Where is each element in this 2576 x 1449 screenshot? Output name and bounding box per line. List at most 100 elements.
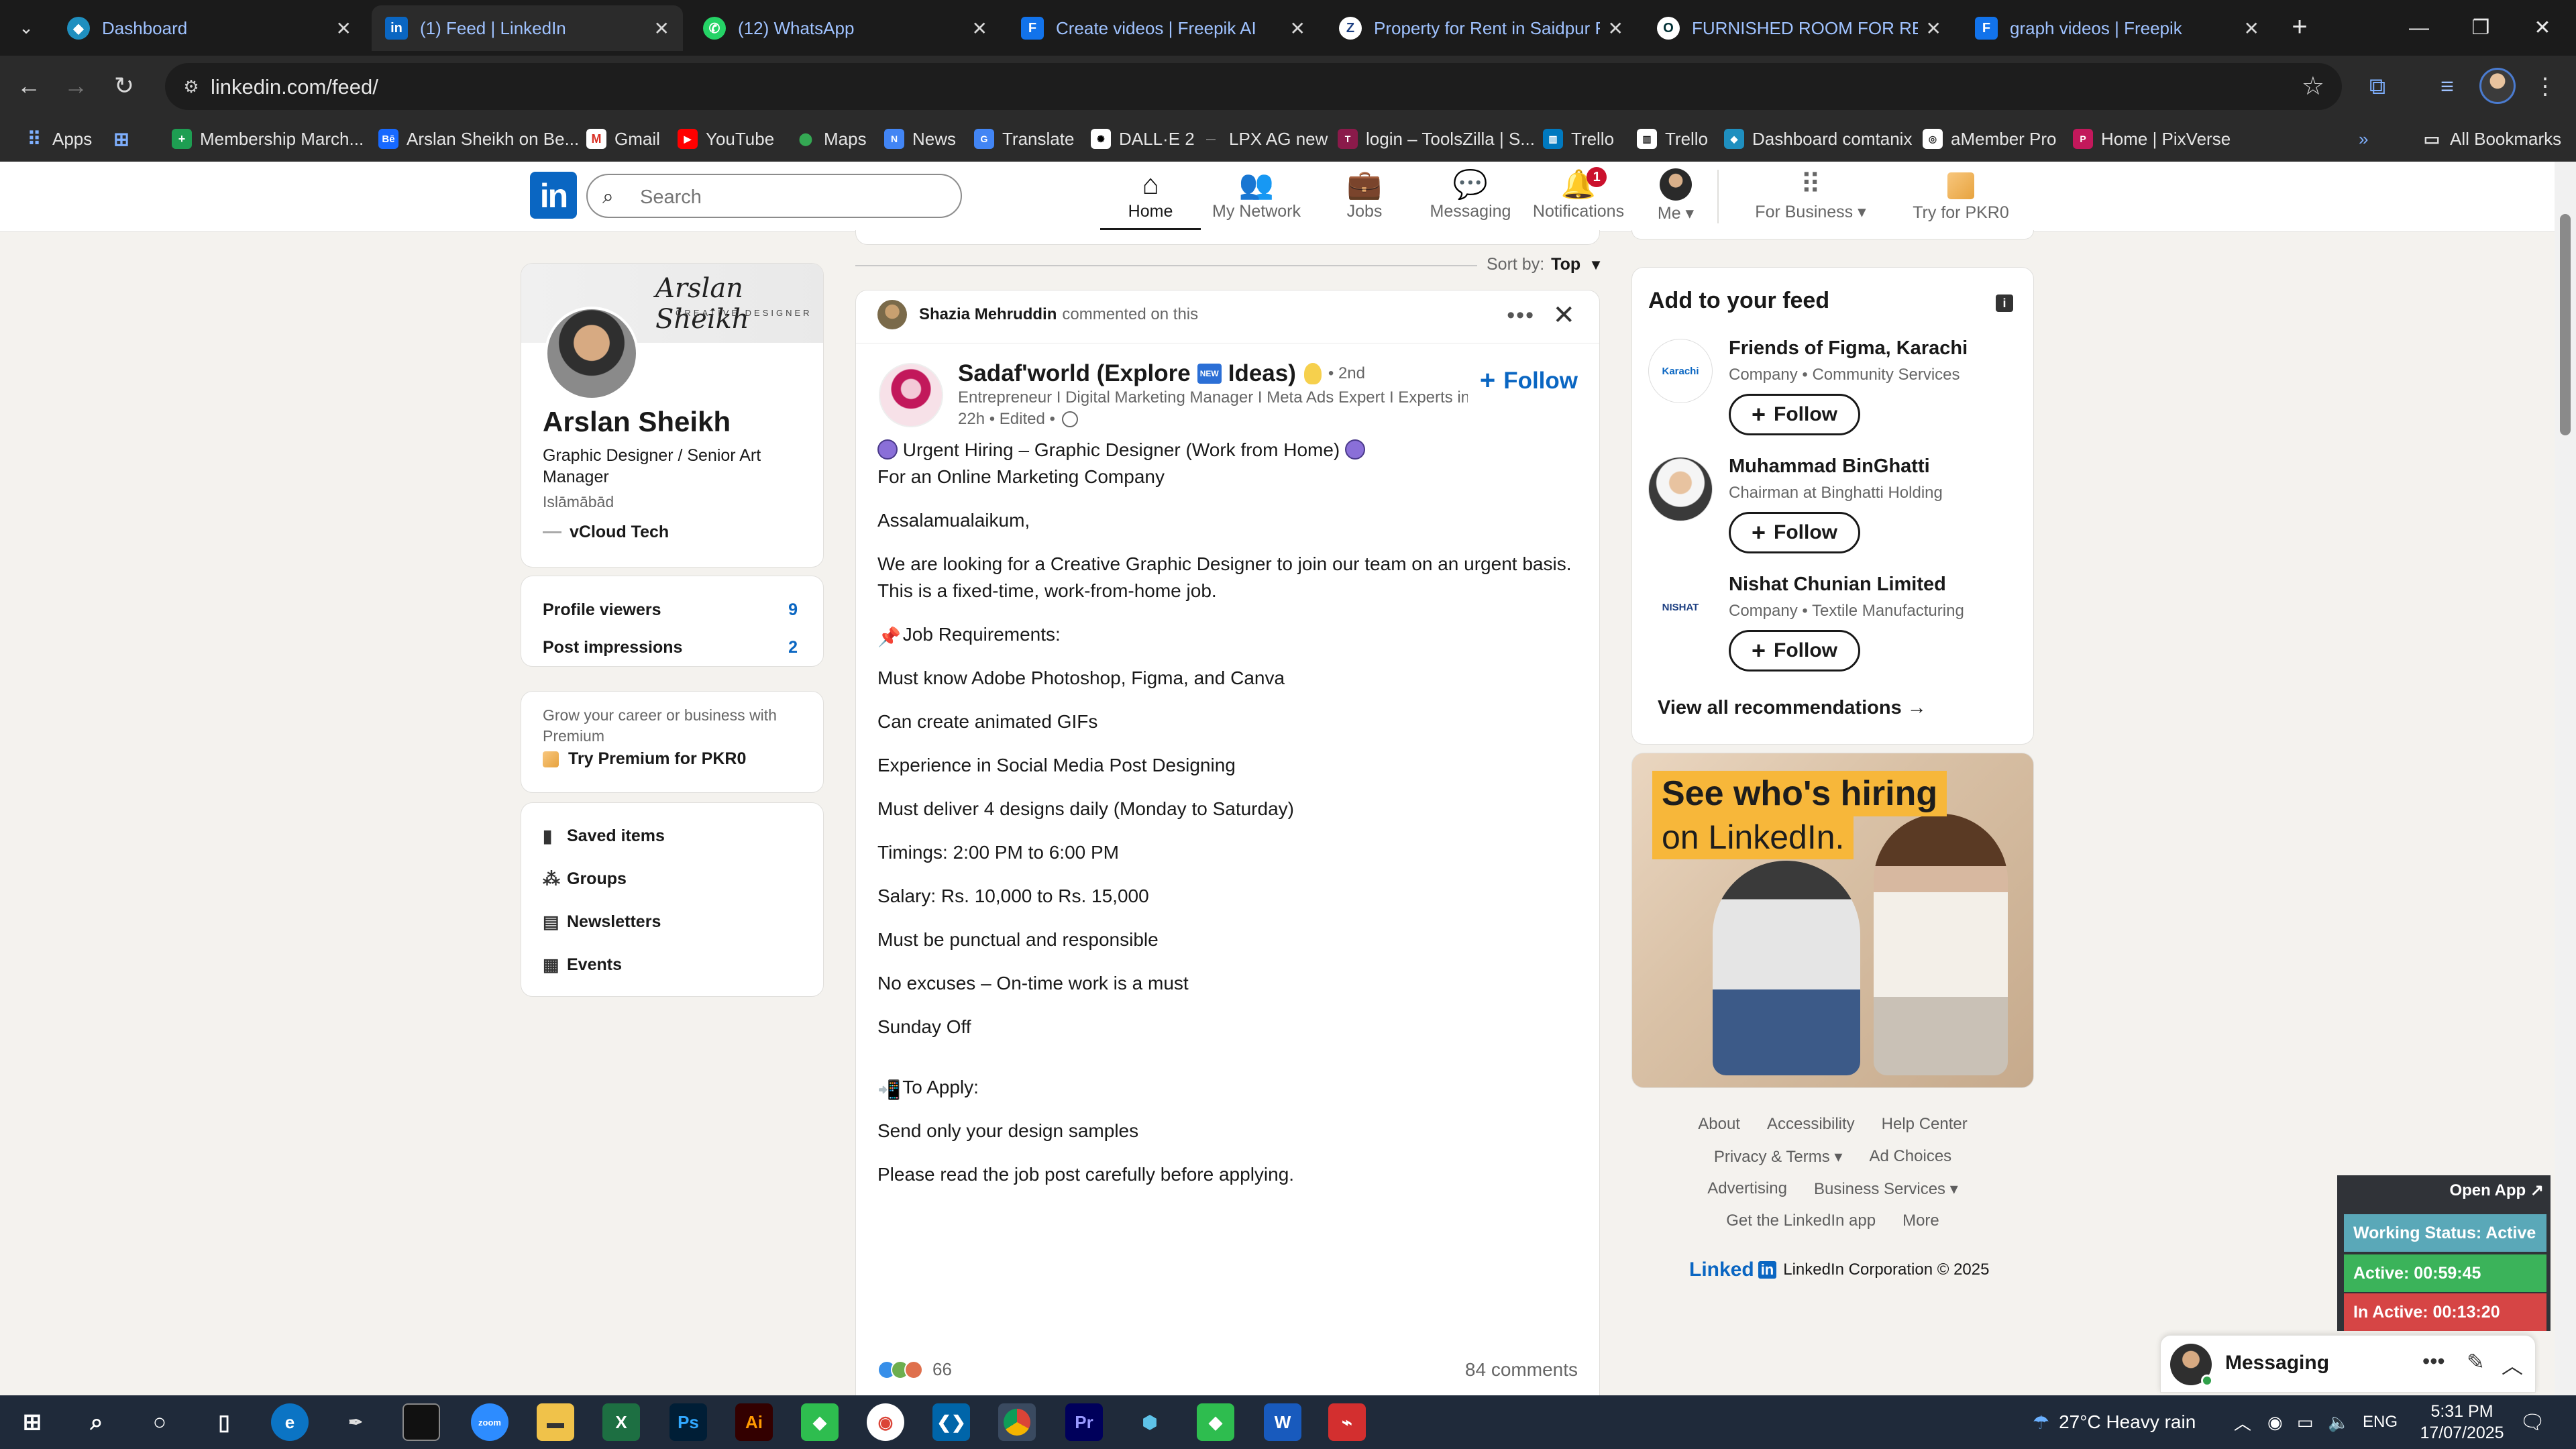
close-tab-icon[interactable]: ✕ — [1608, 17, 1623, 40]
commenter-name[interactable]: Shazia Mehruddin — [919, 305, 1057, 324]
acrobat-icon[interactable]: ⌁ — [1328, 1403, 1366, 1441]
zoom-icon[interactable]: zoom — [471, 1403, 508, 1441]
vpn-icon[interactable]: ⬢ — [1131, 1403, 1169, 1441]
vscode-icon[interactable]: ❮❯ — [932, 1403, 970, 1441]
bookmark-maps[interactable]: ⬤ Maps — [796, 125, 867, 153]
view-all-recommendations-link[interactable]: View all recommendations → — [1658, 697, 1927, 719]
more-bookmarks-icon[interactable]: » — [2359, 125, 2368, 153]
chrome-icon[interactable]: ◉ — [867, 1403, 904, 1441]
browser-menu-icon[interactable]: ⋮ — [2526, 68, 2564, 105]
close-tab-icon[interactable]: ✕ — [972, 17, 987, 40]
post-menu-icon[interactable]: ••• — [1507, 303, 1535, 329]
bookmark-news[interactable]: N News — [884, 125, 956, 153]
bookmark-behance[interactable]: Bē Arslan Sheikh on Be... — [378, 125, 579, 153]
post-impressions-row[interactable]: Post impressions 2 — [543, 638, 798, 657]
tab-whatsapp[interactable]: ✆ (12) WhatsApp ✕ — [690, 5, 1001, 51]
cortana-icon[interactable]: ○ — [141, 1403, 178, 1441]
nav-messaging[interactable]: 💬 Messaging — [1414, 167, 1527, 231]
page-scrollbar[interactable] — [2555, 162, 2576, 1395]
bookmark-amember[interactable]: ◎ aMember Pro — [1923, 125, 2057, 153]
premiere-icon[interactable]: Pr — [1065, 1403, 1103, 1441]
open-app-button[interactable]: Open App ↗ — [2449, 1181, 2544, 1200]
illustrator-icon[interactable]: Ai — [735, 1403, 773, 1441]
nav-home[interactable]: ⌂ Home — [1100, 167, 1201, 231]
extensions-icon[interactable]: ⧉ — [2359, 68, 2396, 105]
network-icon[interactable]: ▭ — [2297, 1395, 2314, 1449]
premium-cta[interactable]: Try Premium for PKR0 — [543, 749, 746, 769]
url-text[interactable]: linkedin.com/feed/ — [211, 75, 378, 99]
profile-photo[interactable] — [545, 307, 639, 400]
reload-button[interactable]: ↻ — [107, 69, 141, 103]
rec-follow-button[interactable]: + Follow — [1729, 394, 1860, 435]
footer-link-privacy[interactable]: Privacy & Terms ▾ — [1714, 1147, 1843, 1167]
meet-now-icon[interactable]: ◉ — [2267, 1395, 2283, 1449]
profile-company[interactable]: vCloud Tech — [543, 523, 669, 542]
media-control-icon[interactable]: ≡ — [2428, 68, 2466, 105]
nav-try-premium[interactable]: Try for PKR0 — [1898, 167, 2023, 231]
sort-control[interactable]: Sort by: Top ▼ — [1477, 255, 1603, 274]
bookmark-gmail[interactable]: M Gmail — [586, 125, 660, 153]
search-input[interactable] — [640, 184, 942, 210]
close-tab-icon[interactable]: ✕ — [1926, 17, 1941, 40]
close-tab-icon[interactable]: ✕ — [1290, 17, 1305, 40]
reactions-summary[interactable]: 66 — [877, 1359, 952, 1380]
input-language[interactable]: ENG — [2363, 1395, 2398, 1449]
nav-my-network[interactable]: 👥 My Network — [1201, 167, 1312, 231]
events-link[interactable]: ▦ Events — [543, 955, 622, 975]
windows-start-icon[interactable]: ⊞ — [13, 1403, 51, 1441]
nishat-logo[interactable]: NISHAT — [1648, 575, 1713, 639]
close-tab-icon[interactable]: ✕ — [2244, 17, 2259, 40]
nav-me[interactable]: Me ▾ — [1642, 167, 1709, 231]
footer-link-accessibility[interactable]: Accessibility — [1767, 1115, 1855, 1134]
nav-notifications[interactable]: 🔔 1 Notifications — [1529, 167, 1627, 231]
tab-property[interactable]: Z Property for Rent in Saidpur Ro ✕ — [1326, 5, 1637, 51]
word-icon[interactable]: W — [1264, 1403, 1301, 1441]
follow-author-button[interactable]: + Follow — [1480, 366, 1578, 396]
tab-dashboard[interactable]: ◆ Dashboard ✕ — [54, 5, 365, 51]
edge-icon[interactable]: e — [271, 1403, 309, 1441]
footer-link-ad-choices[interactable]: Ad Choices — [1869, 1147, 1951, 1167]
bookmark-apps[interactable]: ⠿ Apps — [24, 125, 93, 153]
green-app-icon[interactable]: ◆ — [1197, 1403, 1234, 1441]
terminal-icon[interactable] — [402, 1403, 440, 1441]
linkedin-logo[interactable]: in — [530, 172, 577, 219]
site-info-icon[interactable]: ⚙ — [177, 72, 205, 101]
profile-viewers-row[interactable]: Profile viewers 9 — [543, 600, 798, 620]
restore-button[interactable]: ❐ — [2450, 0, 2512, 56]
back-button[interactable]: ← — [12, 69, 46, 103]
nav-jobs[interactable]: 💼 Jobs — [1324, 167, 1405, 231]
nav-for-business[interactable]: ⠿ For Business ▾ — [1747, 167, 1874, 231]
rec-follow-button[interactable]: + Follow — [1729, 512, 1860, 553]
show-hidden-icons-icon[interactable]: ︿ — [2234, 1395, 2251, 1449]
commenter-avatar[interactable] — [877, 300, 907, 329]
bookmark-pixverse[interactable]: P Home | PixVerse — [2073, 125, 2231, 153]
bookmark-dalle[interactable]: ✺ DALL·E 2 — [1091, 125, 1195, 153]
bookmark-lpx[interactable]: — LPX AG new — [1201, 125, 1328, 153]
tab-freepik-create[interactable]: F Create videos | Freepik AI ✕ — [1008, 5, 1319, 51]
scrollbar-thumb[interactable] — [2560, 214, 2571, 435]
rec-follow-button[interactable]: + Follow — [1729, 630, 1860, 672]
groups-link[interactable]: ⁂ Groups — [543, 869, 627, 890]
rec-name[interactable]: Muhammad BinGhatti — [1729, 455, 1930, 478]
tab-search-chevron-icon[interactable]: ⌄ — [12, 13, 40, 42]
green-app-icon[interactable]: ◆ — [801, 1403, 839, 1441]
bookmark-star-icon[interactable]: ☆ — [2302, 71, 2324, 101]
forward-button[interactable]: → — [59, 69, 93, 103]
volume-icon[interactable]: 🔈 — [2328, 1395, 2349, 1449]
bookmark-youtube[interactable]: ▶ YouTube — [678, 125, 774, 153]
notification-center-icon[interactable]: 🗨 — [2520, 1395, 2545, 1449]
weather-widget[interactable]: ☂ 27°C Heavy rain — [2033, 1395, 2196, 1449]
all-bookmarks-button[interactable]: ▭ All Bookmarks — [2422, 125, 2561, 153]
address-bar[interactable]: ⚙ linkedin.com/feed/ ☆ — [165, 63, 2342, 110]
browser-profile-avatar[interactable] — [2479, 68, 2516, 104]
footer-link-more[interactable]: More — [1902, 1212, 1939, 1230]
bookmark-toolszilla[interactable]: Tlogin – ToolsZilla | S... — [1338, 125, 1535, 153]
tab-freepik-graph[interactable]: F graph videos | Freepik ✕ — [1962, 5, 2273, 51]
footer-link-advertising[interactable]: Advertising — [1707, 1179, 1787, 1199]
footer-link-get-app[interactable]: Get the LinkedIn app — [1726, 1212, 1876, 1230]
close-tab-icon[interactable]: ✕ — [654, 17, 669, 40]
dismiss-post-icon[interactable]: ✕ — [1552, 300, 1575, 331]
new-tab-button[interactable]: + — [2284, 12, 2315, 43]
premium-card[interactable]: Grow your career or business with Premiu… — [521, 691, 824, 793]
bookmark-translate[interactable]: G Translate — [974, 125, 1074, 153]
